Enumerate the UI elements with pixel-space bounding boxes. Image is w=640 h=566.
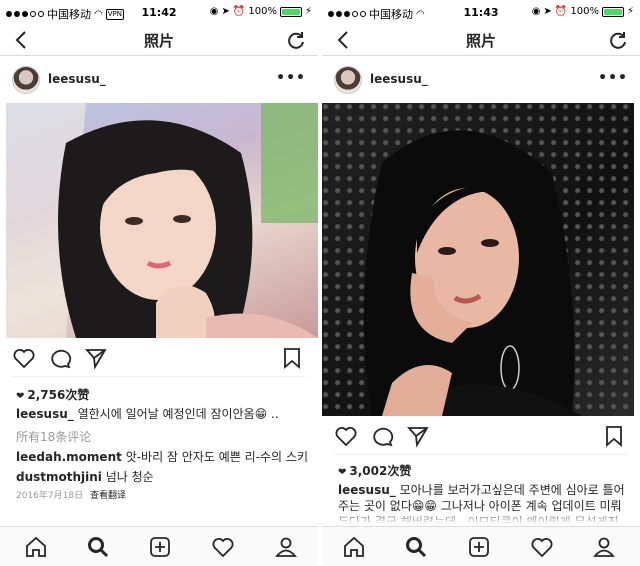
like-count[interactable]: ❤ 3,002次赞: [338, 462, 411, 479]
page-title: 照片: [143, 32, 174, 50]
divider: [334, 454, 628, 455]
add-post-icon[interactable]: [467, 535, 491, 559]
post-header: leesusu_ •••: [322, 64, 640, 96]
paper-plane-icon[interactable]: [406, 424, 430, 448]
caption-fade: [322, 510, 640, 524]
orientation-lock-icon: ◉: [209, 6, 219, 17]
post-username[interactable]: leesusu_: [370, 72, 428, 86]
bookmark-icon[interactable]: [602, 424, 626, 448]
search-icon[interactable]: [404, 535, 428, 559]
heart-icon: ❤: [338, 467, 347, 478]
divider: [12, 376, 306, 377]
page-title: 照片: [465, 32, 496, 50]
charging-icon: ⚡: [626, 6, 634, 17]
post-photo[interactable]: [322, 103, 634, 416]
avatar[interactable]: [334, 66, 362, 94]
nav-bar: 照片: [0, 24, 318, 56]
paper-plane-icon[interactable]: [84, 346, 108, 370]
caption-username[interactable]: leesusu_: [16, 407, 74, 421]
post-photo[interactable]: [6, 103, 318, 338]
caption-username[interactable]: leesusu_: [338, 483, 396, 497]
home-icon[interactable]: [24, 535, 48, 559]
nav-bar: 照片: [322, 24, 640, 56]
phone-screen-right: 中国移动 ◠ 11:43 ◉ ➤ ⏰ 100% ⚡ 照片 leesusu_ ••…: [322, 0, 640, 566]
battery-percent: 100%: [570, 6, 599, 17]
heart-icon[interactable]: [211, 535, 235, 559]
battery-icon: [279, 6, 302, 17]
location-icon: ➤: [221, 6, 230, 17]
refresh-icon[interactable]: [286, 29, 306, 51]
heart-outline-icon[interactable]: [334, 424, 358, 448]
more-icon[interactable]: •••: [598, 70, 628, 86]
comment-text: 앗-바리 잠 안자도 예쁜 리-수의 스키-인!: [125, 450, 308, 464]
profile-icon[interactable]: [592, 535, 616, 559]
comment-username[interactable]: dustmothjini: [16, 470, 102, 484]
status-bar: 中国移动 ◠ 11:43 ◉ ➤ ⏰ 100% ⚡: [322, 0, 640, 24]
comment-icon[interactable]: [370, 424, 394, 448]
photo-illustration: [6, 103, 318, 338]
location-icon: ➤: [543, 6, 552, 17]
heart-outline-icon[interactable]: [12, 346, 36, 370]
tab-bar: [0, 526, 318, 566]
heart-icon: ❤: [16, 391, 25, 402]
post-caption: leesusu_ 열한시에 일어날 예정인데 잠이안옴😁 ..: [16, 406, 306, 422]
caption-text: 열한시에 일어날 예정인데 잠이안옴😁 ..: [77, 407, 279, 421]
charging-icon: ⚡: [304, 6, 312, 17]
battery-icon: [601, 6, 624, 17]
post-date: 2016年7月18日 查看翻译: [16, 491, 126, 501]
comment-text: 넘나 청순: [105, 470, 154, 484]
profile-icon[interactable]: [274, 535, 298, 559]
post-actions: [0, 344, 318, 374]
avatar[interactable]: [12, 66, 40, 94]
heart-icon[interactable]: [530, 535, 554, 559]
battery-percent: 100%: [248, 6, 277, 17]
orientation-lock-icon: ◉: [531, 6, 541, 17]
comment-icon[interactable]: [48, 346, 72, 370]
translate-link[interactable]: 查看翻译: [90, 491, 126, 501]
add-post-icon[interactable]: [148, 535, 172, 559]
phone-screen-left: 中国移动 ◠ VPN 11:42 ◉ ➤ ⏰ 100% ⚡ 照片 leesusu…: [0, 0, 318, 566]
view-all-comments-link[interactable]: 所有18条评论: [16, 428, 91, 445]
photo-illustration: [364, 130, 582, 416]
alarm-icon: ⏰: [232, 6, 246, 17]
post-actions: [322, 422, 640, 452]
tab-bar: [322, 526, 640, 566]
comment-item: dustmothjini 넘나 청순: [16, 468, 308, 485]
post-header: leesusu_ •••: [0, 64, 318, 96]
bookmark-icon[interactable]: [280, 346, 304, 370]
more-icon[interactable]: •••: [276, 70, 306, 86]
home-icon[interactable]: [342, 535, 366, 559]
post-username[interactable]: leesusu_: [48, 72, 106, 86]
like-count[interactable]: ❤ 2,756次赞: [16, 386, 89, 403]
search-icon[interactable]: [86, 535, 110, 559]
refresh-icon[interactable]: [608, 29, 628, 51]
comment-username[interactable]: leedah.moment: [16, 450, 122, 464]
alarm-icon: ⏰: [554, 6, 568, 17]
comment-item: leedah.moment 앗-바리 잠 안자도 예쁜 리-수의 스키-인!: [16, 448, 308, 465]
status-bar: 中国移动 ◠ VPN 11:42 ◉ ➤ ⏰ 100% ⚡: [0, 0, 318, 24]
